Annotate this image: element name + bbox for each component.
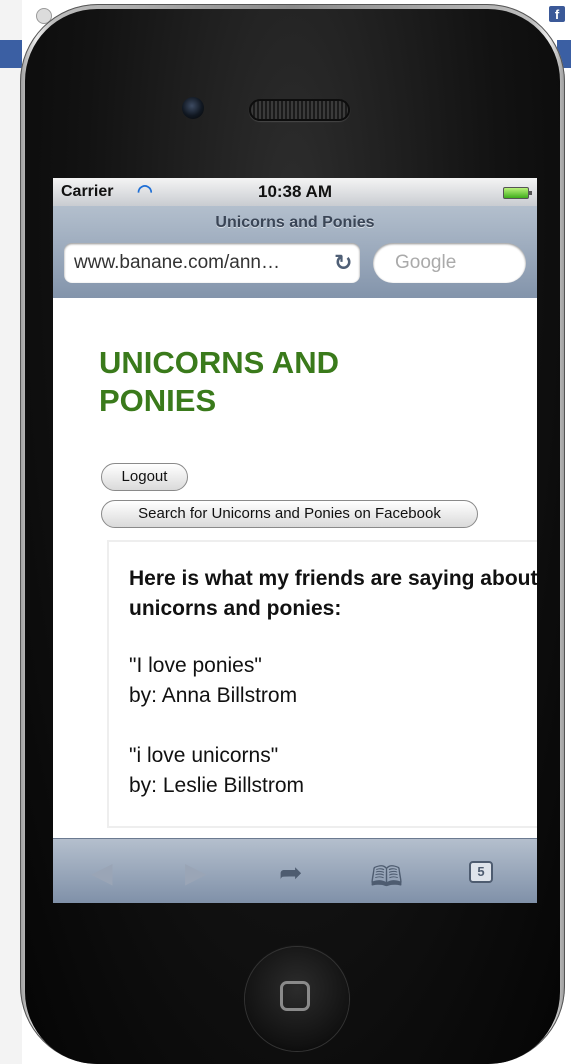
tabs-icon[interactable]: 5: [469, 861, 493, 883]
page-heading: UNICORNS AND PONIES: [99, 345, 339, 418]
desktop-strip: [0, 40, 22, 68]
browser-page-title: Unicorns and Ponies: [215, 214, 375, 231]
browser-toolbar: ◀ ▶ ➦ 🕮 5: [53, 838, 537, 903]
web-content: UNICORNS AND PONIES Logout Search for Un…: [53, 298, 537, 838]
friends-quotes-box: Here is what my friends are saying about…: [107, 540, 537, 828]
speaker-grille: [249, 99, 350, 121]
phone-screen: Carrier ◠ 10:38 AM Unicorns and Ponies w…: [53, 178, 537, 903]
quote-text: "I love ponies": [129, 654, 262, 677]
browser-nav-bar: Unicorns and Ponies www.banane.com/ann… …: [53, 206, 537, 299]
status-time: 10:38 AM: [257, 182, 332, 201]
quote-author: by: Leslie Billstrom: [129, 774, 305, 797]
quote-text: "i love unicorns": [129, 744, 279, 767]
status-bar: Carrier ◠ 10:38 AM: [53, 178, 537, 206]
desktop-background: [0, 0, 22, 1064]
reload-icon[interactable]: ↻: [334, 251, 356, 276]
camera-icon: [182, 97, 204, 119]
quote-author: by: Anna Billstrom: [129, 684, 298, 707]
facebook-icon: f: [549, 6, 565, 22]
bookmarks-icon[interactable]: 🕮: [370, 856, 403, 903]
url-field[interactable]: www.banane.com/ann…: [64, 243, 360, 283]
battery-icon: [503, 187, 532, 199]
back-arrow-icon[interactable]: ◀: [91, 856, 113, 889]
home-square-icon: [280, 981, 310, 1011]
forward-arrow-icon[interactable]: ▶: [185, 856, 207, 889]
home-button[interactable]: [245, 947, 349, 1051]
search-field[interactable]: Google: [373, 243, 526, 283]
search-facebook-button[interactable]: Search for Unicorns and Ponies on Facebo…: [101, 500, 478, 528]
quotes-intro: Here is what my friends are saying about…: [129, 567, 537, 620]
logout-button[interactable]: Logout: [101, 463, 188, 491]
share-icon[interactable]: ➦: [279, 856, 302, 889]
